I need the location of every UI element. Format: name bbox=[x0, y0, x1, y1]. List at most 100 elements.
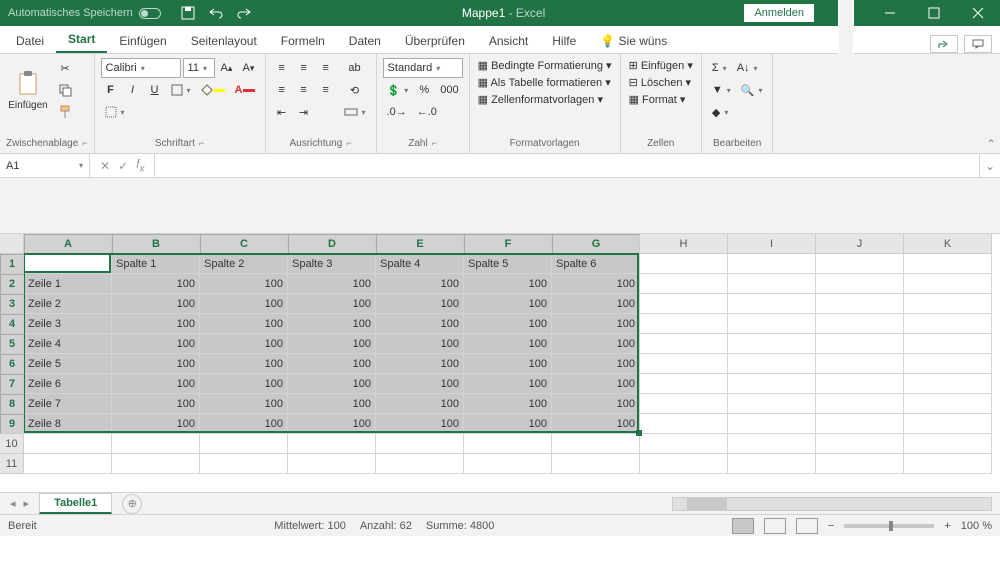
cell[interactable]: 100 bbox=[200, 414, 288, 434]
view-normal-icon[interactable] bbox=[732, 518, 754, 534]
tab-formeln[interactable]: Formeln bbox=[269, 29, 337, 53]
cell[interactable]: 100 bbox=[464, 354, 552, 374]
cell[interactable]: Zeile 6 bbox=[24, 374, 112, 394]
cell[interactable]: Spalte 1 bbox=[112, 254, 200, 274]
zoom-out-icon[interactable]: − bbox=[828, 520, 834, 532]
sheet-tab-active[interactable]: Tabelle1 bbox=[39, 493, 112, 514]
cell[interactable]: 100 bbox=[112, 394, 200, 414]
increase-decimal-icon[interactable]: .0→ bbox=[383, 102, 411, 122]
sheet-prev-icon[interactable]: ◂ bbox=[10, 497, 16, 510]
cell[interactable]: 100 bbox=[464, 374, 552, 394]
align-top-icon[interactable]: ≡ bbox=[272, 58, 292, 78]
cell[interactable]: 100 bbox=[112, 354, 200, 374]
cell[interactable] bbox=[816, 354, 904, 374]
cell[interactable]: 100 bbox=[200, 334, 288, 354]
undo-icon[interactable] bbox=[207, 4, 225, 22]
cell[interactable]: 100 bbox=[288, 394, 376, 414]
cell[interactable]: 100 bbox=[200, 274, 288, 294]
zoom-level[interactable]: 100 % bbox=[961, 520, 992, 532]
indent-decrease-icon[interactable]: ⇤ bbox=[272, 102, 292, 122]
collapse-ribbon-icon[interactable]: ⌃ bbox=[986, 137, 996, 151]
cut-icon[interactable]: ✂ bbox=[54, 58, 76, 78]
conditional-formatting-button[interactable]: ▦ Bedingte Formatierung ▾ bbox=[476, 58, 614, 73]
cell[interactable] bbox=[112, 434, 200, 454]
cell[interactable] bbox=[376, 454, 464, 474]
share-button[interactable] bbox=[930, 35, 958, 53]
bold-button[interactable]: F bbox=[101, 80, 121, 100]
percent-icon[interactable]: % bbox=[414, 80, 434, 100]
cell[interactable] bbox=[24, 434, 112, 454]
redo-icon[interactable] bbox=[235, 4, 253, 22]
cell[interactable]: 100 bbox=[376, 414, 464, 434]
cell[interactable]: 100 bbox=[288, 294, 376, 314]
cell[interactable] bbox=[288, 454, 376, 474]
cell[interactable]: 100 bbox=[376, 334, 464, 354]
cell[interactable]: 100 bbox=[288, 334, 376, 354]
minimize-icon[interactable] bbox=[868, 0, 912, 26]
font-name-select[interactable]: Calibri▾ bbox=[101, 58, 181, 78]
column-header[interactable]: I bbox=[728, 234, 816, 254]
horizontal-scrollbar[interactable] bbox=[672, 497, 992, 511]
cell[interactable]: 100 bbox=[552, 354, 640, 374]
cell[interactable] bbox=[112, 454, 200, 474]
cell[interactable]: Zeile 2 bbox=[24, 294, 112, 314]
add-sheet-button[interactable]: ⊕ bbox=[122, 494, 142, 514]
align-right-icon[interactable]: ≡ bbox=[316, 80, 336, 100]
cell[interactable] bbox=[904, 294, 992, 314]
cell[interactable]: 100 bbox=[552, 414, 640, 434]
cell[interactable] bbox=[904, 274, 992, 294]
cell[interactable]: Zeile 1 bbox=[24, 274, 112, 294]
cell[interactable] bbox=[640, 374, 728, 394]
cell[interactable]: Zeile 7 bbox=[24, 394, 112, 414]
cell[interactable]: 100 bbox=[376, 314, 464, 334]
cell[interactable]: 100 bbox=[376, 274, 464, 294]
borders-menu-icon[interactable]: ▾ bbox=[101, 102, 129, 122]
cell[interactable] bbox=[728, 274, 816, 294]
cell[interactable]: Zeile 8 bbox=[24, 414, 112, 434]
maximize-icon[interactable] bbox=[912, 0, 956, 26]
row-header[interactable]: 3 bbox=[0, 294, 24, 314]
font-launcher-icon[interactable]: ⌐ bbox=[199, 138, 204, 149]
currency-icon[interactable]: 💲▾ bbox=[383, 80, 413, 100]
cell[interactable] bbox=[816, 274, 904, 294]
delete-cells-button[interactable]: ⊟ Löschen ▾ bbox=[627, 75, 693, 90]
cell[interactable] bbox=[816, 394, 904, 414]
number-launcher-icon[interactable]: ⌐ bbox=[432, 138, 437, 149]
cell[interactable] bbox=[904, 374, 992, 394]
row-header[interactable]: 11 bbox=[0, 454, 24, 474]
row-header[interactable]: 1 bbox=[0, 254, 24, 274]
cell[interactable]: 100 bbox=[288, 374, 376, 394]
row-header[interactable]: 9 bbox=[0, 414, 24, 434]
border-icon[interactable]: ▾ bbox=[167, 80, 195, 100]
cell[interactable] bbox=[816, 294, 904, 314]
cell[interactable] bbox=[728, 294, 816, 314]
cell[interactable] bbox=[728, 374, 816, 394]
cell[interactable] bbox=[816, 374, 904, 394]
sheet-next-icon[interactable]: ▸ bbox=[24, 497, 30, 510]
decrease-decimal-icon[interactable]: ←.0 bbox=[413, 102, 441, 122]
cell[interactable]: 100 bbox=[552, 334, 640, 354]
autosum-icon[interactable]: Σ▾ bbox=[708, 58, 731, 78]
cell[interactable]: Spalte 2 bbox=[200, 254, 288, 274]
align-bottom-icon[interactable]: ≡ bbox=[316, 58, 336, 78]
cell[interactable] bbox=[904, 434, 992, 454]
cell[interactable]: Spalte 6 bbox=[552, 254, 640, 274]
tab-daten[interactable]: Daten bbox=[337, 29, 393, 53]
cell[interactable] bbox=[904, 454, 992, 474]
cell[interactable]: 100 bbox=[112, 374, 200, 394]
cell[interactable]: 100 bbox=[552, 274, 640, 294]
column-header[interactable]: J bbox=[816, 234, 904, 254]
cell[interactable] bbox=[640, 314, 728, 334]
cell[interactable] bbox=[640, 274, 728, 294]
cell[interactable]: Zeile 5 bbox=[24, 354, 112, 374]
column-header[interactable]: K bbox=[904, 234, 992, 254]
cell[interactable] bbox=[816, 414, 904, 434]
cell[interactable]: 100 bbox=[288, 414, 376, 434]
column-header[interactable]: F bbox=[464, 234, 552, 254]
cell[interactable]: 100 bbox=[288, 274, 376, 294]
cancel-formula-icon[interactable]: ✕ bbox=[100, 159, 110, 173]
cell[interactable] bbox=[904, 334, 992, 354]
cell[interactable] bbox=[640, 254, 728, 274]
comma-icon[interactable]: 000 bbox=[436, 80, 462, 100]
ribbon-options-icon[interactable] bbox=[824, 0, 868, 26]
